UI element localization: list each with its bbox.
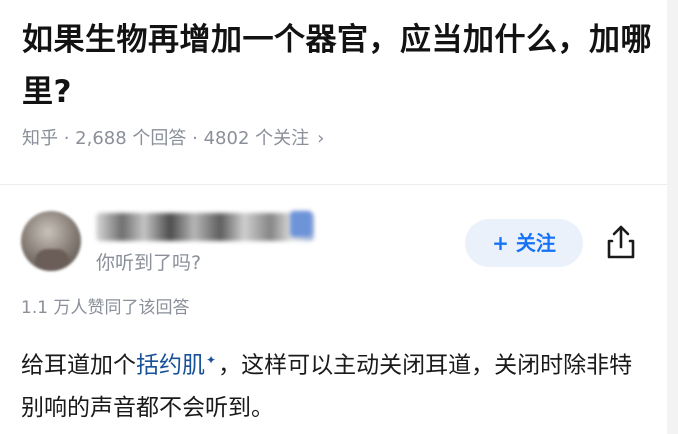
answer-content[interactable]: 给耳道加个括约肌✦，这样可以主动关闭耳道，关闭时除非特别响的声音都不会听到。 xyxy=(21,339,651,429)
keyword-link[interactable]: 括约肌 xyxy=(136,353,205,379)
follow-button[interactable]: + 关注 xyxy=(465,219,583,267)
vote-count: 1.1 万人赞同了该回答 xyxy=(21,298,190,318)
chevron-right-icon: › xyxy=(317,128,325,149)
avatar[interactable] xyxy=(21,211,81,271)
question-meta[interactable]: 知乎 · 2,688 个回答 · 4802 个关注 › xyxy=(22,124,324,154)
answer-card: 你听到了吗? + 关注 1.1 万人赞同了该回答 给耳道加个括约肌✦，这样可以主… xyxy=(0,185,667,434)
share-icon xyxy=(607,225,635,259)
author-badge-blurred xyxy=(290,211,312,237)
sparkle-icon: ✦ xyxy=(206,353,217,367)
author-name-blurred[interactable] xyxy=(96,213,314,241)
scroll-gutter xyxy=(667,0,678,434)
author-bio: 你听到了吗? xyxy=(96,252,202,274)
zhihu-page: 如果生物再增加一个器官，应当加什么，加哪里? 知乎 · 2,688 个回答 · … xyxy=(0,0,678,434)
question-title[interactable]: 如果生物再增加一个器官，应当加什么，加哪里? xyxy=(22,14,652,118)
share-button[interactable] xyxy=(604,223,638,261)
question-header: 如果生物再增加一个器官，应当加什么，加哪里? 知乎 · 2,688 个回答 · … xyxy=(0,0,667,184)
content-text-before: 给耳道加个 xyxy=(21,352,136,379)
question-stats: 知乎 · 2,688 个回答 · 4802 个关注 xyxy=(22,128,310,149)
